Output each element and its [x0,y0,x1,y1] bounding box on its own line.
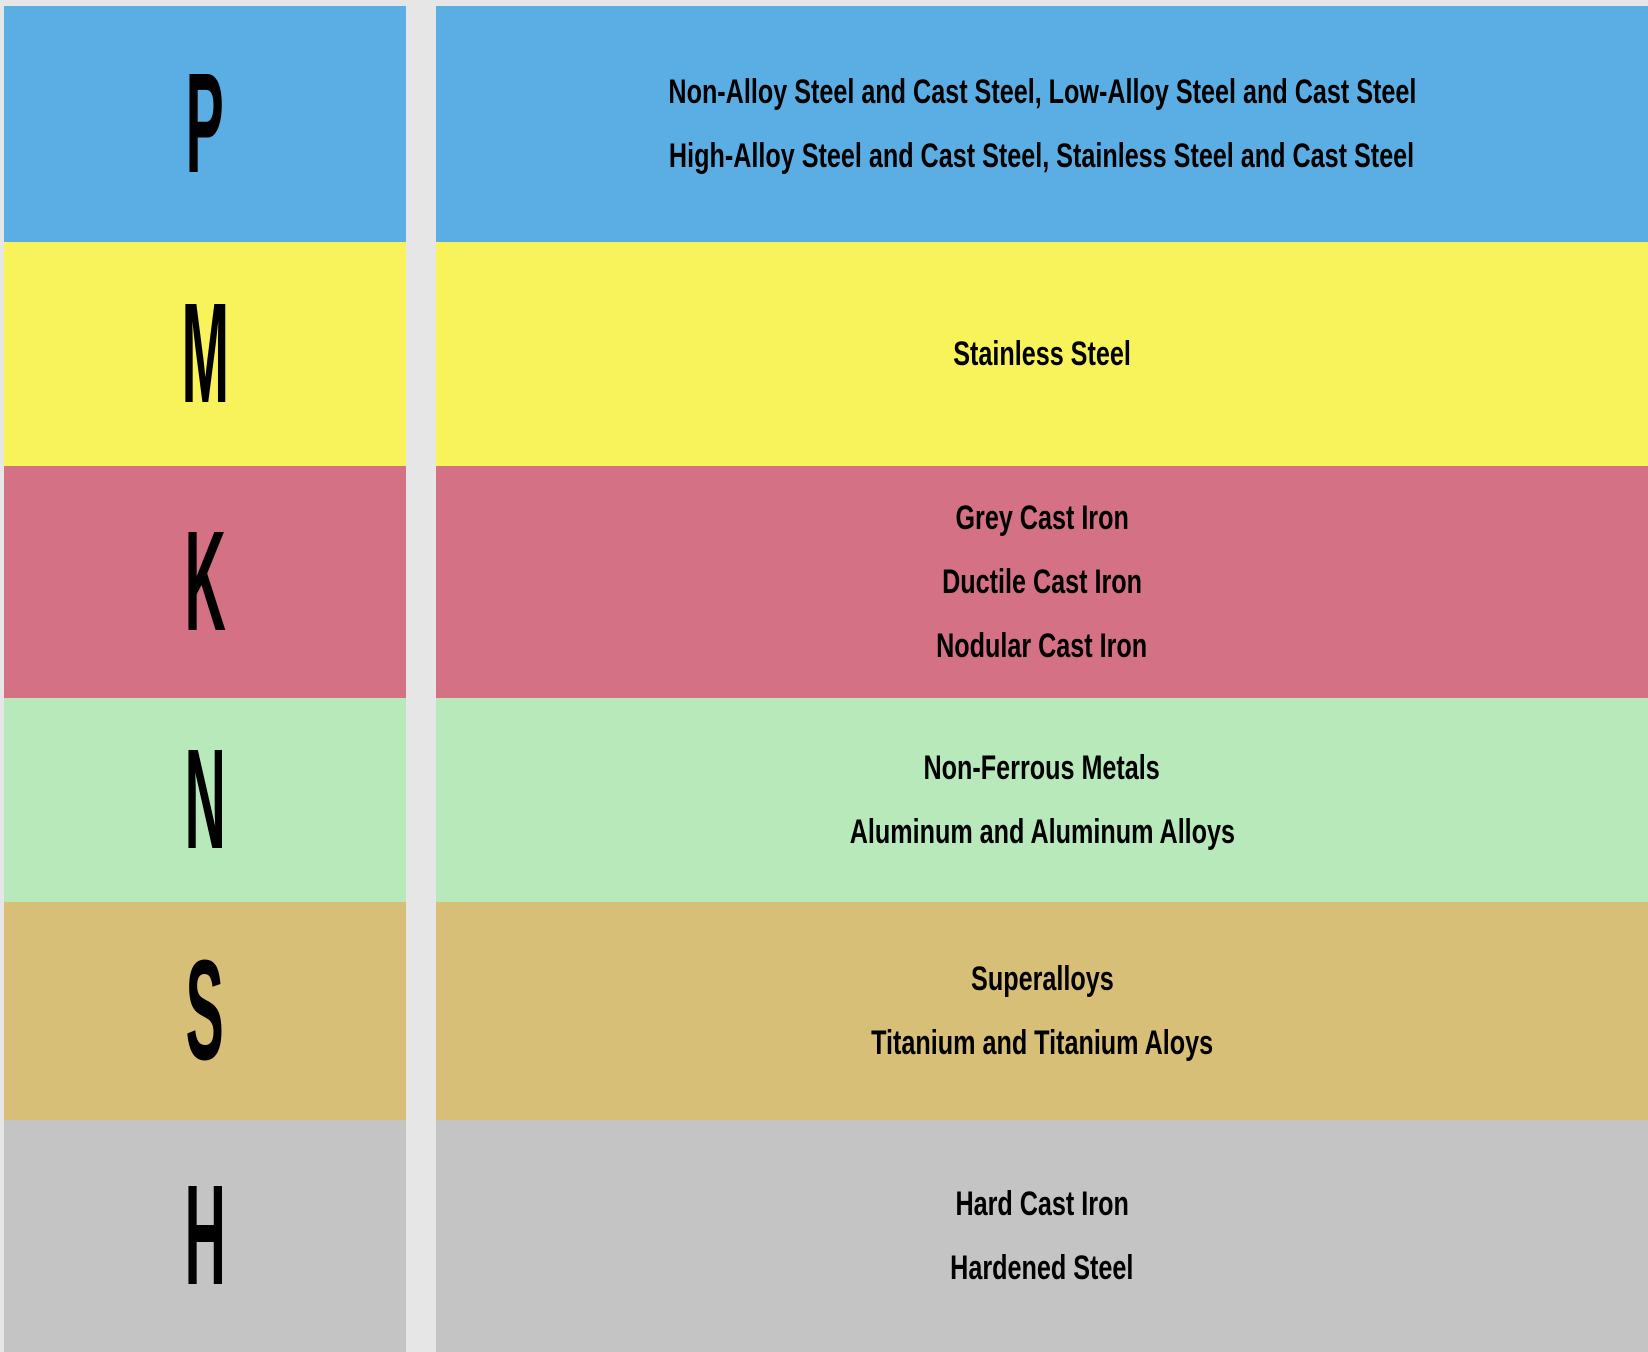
desc-line: Aluminum and Aluminum Alloys [849,813,1235,851]
letter-cell-m: M [4,242,406,466]
desc-text-k: Grey Cast Iron Ductile Cast Iron Nodular… [899,486,1184,678]
letter-s: S [185,931,225,1091]
desc-text-s: Superalloys Titanium and Titanium Aloys [811,947,1273,1075]
desc-line: Hardened Steel [950,1249,1134,1287]
letter-column: P M K N S H [4,6,406,1352]
desc-cell-n: Non-Ferrous Metals Aluminum and Aluminum… [436,698,1648,902]
desc-cell-p: Non-Alloy Steel and Cast Steel, Low-Allo… [436,6,1648,242]
desc-text-p: Non-Alloy Steel and Cast Steel, Low-Allo… [537,60,1548,188]
desc-line: Ductile Cast Iron [942,563,1142,601]
letter-n: N [184,720,226,880]
letter-h: H [184,1156,226,1316]
desc-cell-m: Stainless Steel [436,242,1648,466]
desc-line: Stainless Steel [953,335,1131,373]
desc-cell-h: Hard Cast Iron Hardened Steel [436,1120,1648,1352]
letter-p: P [185,44,225,204]
letter-cell-s: S [4,902,406,1120]
description-column: Non-Alloy Steel and Cast Steel, Low-Allo… [436,6,1648,1352]
desc-text-m: Stainless Steel [922,322,1162,386]
desc-line: Superalloys [970,960,1114,998]
letter-k: K [184,502,226,662]
letter-cell-n: N [4,698,406,902]
desc-cell-s: Superalloys Titanium and Titanium Aloys [436,902,1648,1120]
desc-line: Hard Cast Iron [955,1185,1129,1223]
desc-line: Non-Ferrous Metals [923,749,1161,787]
desc-line: High-Alloy Steel and Cast Steel, Stainle… [669,137,1415,175]
desc-line: Grey Cast Iron [955,499,1129,537]
material-group-chart: P M K N S H Non-Alloy Steel and Cast Ste… [0,0,1648,1352]
letter-cell-k: K [4,466,406,698]
desc-line: Nodular Cast Iron [936,627,1148,665]
desc-text-h: Hard Cast Iron Hardened Steel [918,1172,1166,1300]
letter-m: M [181,274,229,434]
desc-line: Non-Alloy Steel and Cast Steel, Low-Allo… [668,73,1416,111]
letter-cell-h: H [4,1120,406,1352]
desc-line: Titanium and Titanium Aloys [870,1024,1214,1062]
letter-cell-p: P [4,6,406,242]
desc-cell-k: Grey Cast Iron Ductile Cast Iron Nodular… [436,466,1648,698]
desc-text-n: Non-Ferrous Metals Aluminum and Aluminum… [782,736,1303,864]
